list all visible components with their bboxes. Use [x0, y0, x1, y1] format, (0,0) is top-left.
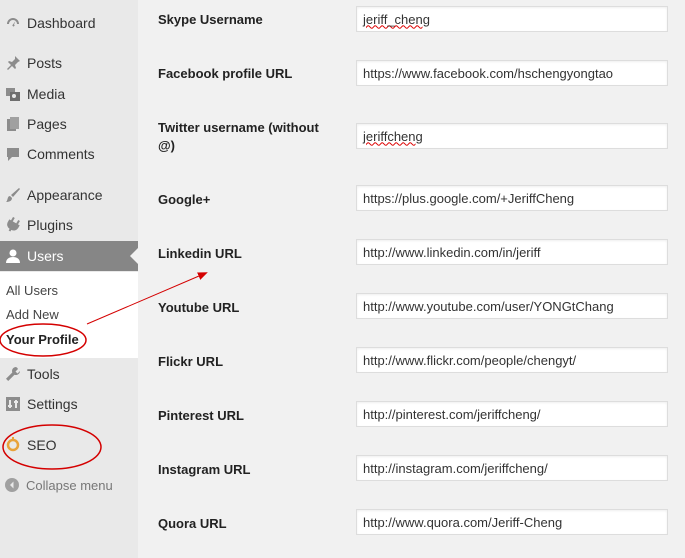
admin-sidebar: Dashboard Posts Media Pages Comments App… [0, 0, 138, 558]
googleplus-value: https://plus.google.com/+JeriffCheng [363, 190, 575, 206]
menu-label: Posts [27, 55, 63, 71]
menu-seo[interactable]: SEO [0, 430, 138, 460]
twitter-value: jeriffcheng [363, 128, 423, 144]
user-icon [4, 247, 22, 265]
brush-icon [4, 186, 22, 204]
dashboard-icon [4, 14, 22, 32]
flickr-value: http://www.flickr.com/people/chengyt/ [363, 352, 577, 368]
comment-icon [4, 145, 22, 163]
seo-icon [4, 436, 22, 454]
quora-label: Quora URL [158, 516, 227, 531]
twitter-input[interactable]: jeriffcheng [356, 123, 668, 149]
active-menu-arrow [130, 248, 138, 264]
googleplus-input[interactable]: https://plus.google.com/+JeriffCheng [356, 185, 668, 211]
menu-label: Plugins [27, 217, 73, 233]
instagram-label: Instagram URL [158, 462, 251, 477]
settings-icon [4, 395, 22, 413]
linkedin-input[interactable]: http://www.linkedin.com/in/jeriff [356, 239, 668, 265]
quora-input[interactable]: http://www.quora.com/Jeriff-Cheng [356, 509, 668, 535]
menu-media[interactable]: Media [0, 79, 138, 109]
youtube-value: http://www.youtube.com/user/YONGtChang [363, 298, 614, 314]
collapse-menu-label: Collapse menu [26, 477, 113, 493]
menu-plugins[interactable]: Plugins [0, 210, 138, 240]
menu-appearance[interactable]: Appearance [0, 180, 138, 210]
instagram-value: http://instagram.com/jeriffcheng/ [363, 460, 548, 476]
googleplus-label: Google+ [158, 192, 211, 207]
pinterest-label: Pinterest URL [158, 408, 244, 423]
menu-label: Pages [27, 116, 67, 132]
menu-label: SEO [27, 437, 57, 453]
collapse-menu-button[interactable]: Collapse menu [0, 474, 138, 496]
youtube-label: Youtube URL [158, 300, 240, 315]
menu-settings[interactable]: Settings [0, 389, 138, 419]
menu-users[interactable]: Users [0, 241, 138, 271]
quora-value: http://www.quora.com/Jeriff-Cheng [363, 514, 563, 530]
youtube-input[interactable]: http://www.youtube.com/user/YONGtChang [356, 293, 668, 319]
wrench-icon [4, 365, 22, 383]
menu-label: Dashboard [27, 15, 96, 31]
menu-posts[interactable]: Posts [0, 48, 138, 78]
linkedin-value: http://www.linkedin.com/in/jeriff [363, 244, 541, 260]
plug-icon [4, 216, 22, 234]
linkedin-label: Linkedin URL [158, 246, 242, 261]
menu-label: Media [27, 86, 66, 102]
skype-value: jeriff_cheng [363, 11, 430, 27]
menu-label: Tools [27, 366, 60, 382]
flickr-input[interactable]: http://www.flickr.com/people/chengyt/ [356, 347, 668, 373]
collapse-arrow-icon [5, 478, 19, 492]
menu-comments[interactable]: Comments [0, 139, 138, 169]
flickr-label: Flickr URL [158, 354, 224, 369]
menu-pages[interactable]: Pages [0, 109, 138, 139]
menu-label: Comments [27, 146, 95, 162]
submenu-all-users[interactable]: All Users [6, 283, 58, 298]
users-submenu: All Users Add New Your Profile [0, 272, 138, 358]
submenu-your-profile[interactable]: Your Profile [6, 332, 79, 347]
instagram-input[interactable]: http://instagram.com/jeriffcheng/ [356, 455, 668, 481]
facebook-value: https://www.facebook.com/hschengyongtao [363, 65, 614, 81]
pinterest-value: http://pinterest.com/jeriffcheng/ [363, 406, 541, 422]
facebook-label: Facebook profile URL [158, 66, 293, 81]
menu-label: Users [27, 248, 64, 264]
skype-input[interactable]: jeriff_cheng [356, 6, 668, 32]
menu-tools[interactable]: Tools [0, 359, 138, 389]
submenu-add-new[interactable]: Add New [6, 307, 59, 322]
skype-label: Skype Username [158, 12, 263, 27]
twitter-label: Twitter username (without @) [158, 120, 319, 153]
media-icon [4, 85, 22, 103]
facebook-input[interactable]: https://www.facebook.com/hschengyongtao [356, 60, 668, 86]
menu-label: Appearance [27, 187, 103, 203]
menu-dashboard[interactable]: Dashboard [0, 8, 138, 38]
pinterest-input[interactable]: http://pinterest.com/jeriffcheng/ [356, 401, 668, 427]
pin-icon [4, 54, 22, 72]
pages-icon [4, 115, 22, 133]
menu-label: Settings [27, 396, 78, 412]
